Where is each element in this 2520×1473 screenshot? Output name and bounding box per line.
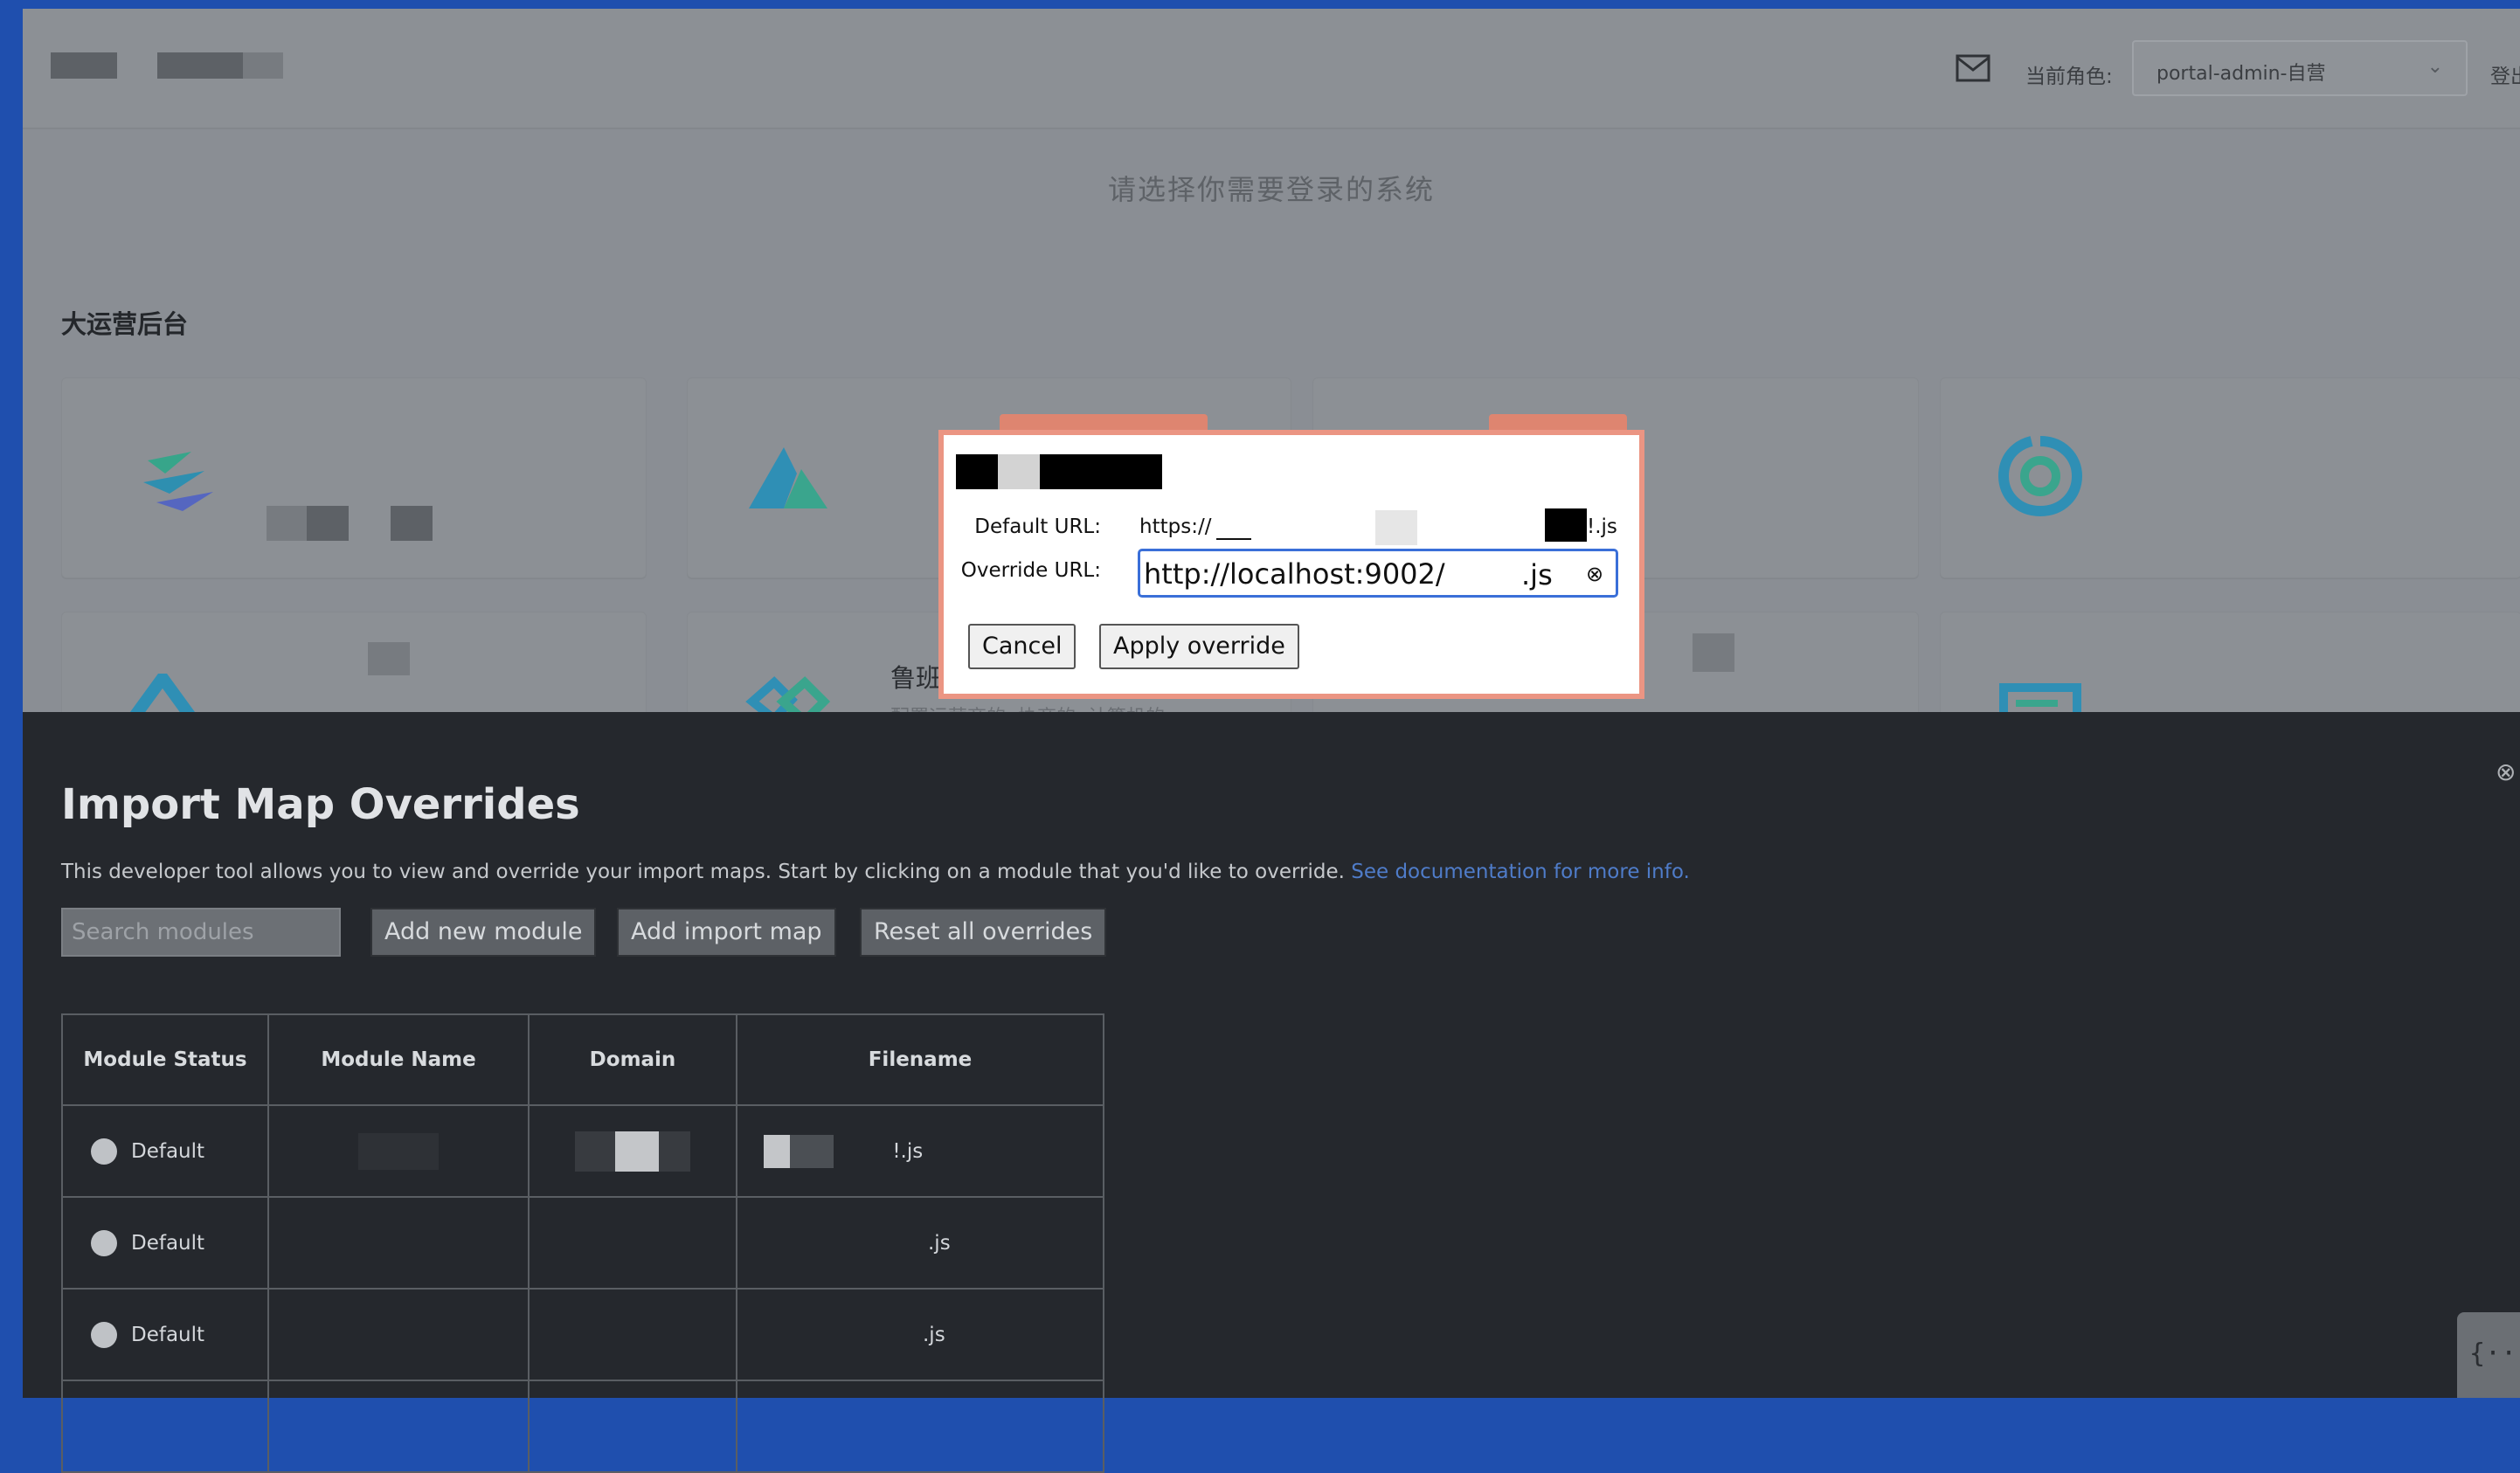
apply-override-button[interactable]: Apply override xyxy=(1099,624,1299,669)
module-domain-cell xyxy=(528,1104,737,1198)
module-status-cell xyxy=(61,1380,269,1473)
table-row[interactable]: Default !.js xyxy=(61,1104,1104,1198)
modules-table: Module Status Module Name Domain Filenam… xyxy=(61,1013,1104,1473)
default-url-label: Default URL: xyxy=(974,515,1101,538)
top-bar: 当前角色: portal-admin-自营 ⌄ 登出 xyxy=(23,9,2520,129)
clear-circle-icon[interactable]: ⊗ xyxy=(1586,562,1603,586)
module-filename: .js xyxy=(923,1323,945,1346)
module-domain-redacted xyxy=(659,1131,690,1172)
dialog-title-redacted xyxy=(956,454,998,489)
module-name-cell xyxy=(267,1196,530,1290)
module-status-cell: Default xyxy=(61,1288,269,1381)
module-domain-redacted xyxy=(575,1131,615,1172)
status-dot-icon xyxy=(91,1321,117,1348)
brand-redacted xyxy=(157,52,243,79)
status-dot-icon xyxy=(91,1138,117,1165)
default-url-value: https:// xyxy=(1139,515,1212,538)
table-row[interactable] xyxy=(61,1380,1104,1473)
module-filename-cell xyxy=(736,1380,1104,1473)
module-domain-cell xyxy=(528,1288,737,1381)
table-row[interactable]: Default .js xyxy=(61,1288,1104,1381)
card-name: 鲁班 xyxy=(890,663,942,693)
system-card[interactable] xyxy=(61,377,647,578)
module-filename-cell: .js xyxy=(736,1288,1104,1381)
default-url-redacted xyxy=(1545,508,1587,542)
chevron-down-icon: ⌄ xyxy=(2427,56,2443,78)
dialog-title-redacted xyxy=(1040,454,1162,489)
column-header-name: Module Name xyxy=(267,1013,530,1106)
module-name-cell xyxy=(267,1104,530,1198)
column-header-status: Module Status xyxy=(61,1013,269,1106)
card-name-redacted xyxy=(1693,633,1734,672)
add-new-module-button[interactable]: Add new module xyxy=(370,908,597,957)
module-domain-cell xyxy=(528,1380,737,1473)
override-url-input[interactable] xyxy=(1144,557,1493,591)
module-status: Default xyxy=(131,1139,205,1163)
card-name-redacted xyxy=(368,642,410,675)
override-dialog: Default URL: https:// !.js Override URL:… xyxy=(938,430,1644,699)
status-dot-icon xyxy=(91,1229,117,1256)
column-header-filename: Filename xyxy=(736,1013,1104,1106)
search-modules-input[interactable] xyxy=(61,908,341,957)
code-braces-icon: {··· xyxy=(2469,1338,2520,1369)
mail-icon[interactable] xyxy=(1956,54,1990,82)
import-map-toggle-button[interactable]: {··· xyxy=(2457,1312,2520,1398)
eye-logo-icon xyxy=(1997,436,2083,517)
module-filename: .js xyxy=(928,1231,951,1255)
table-row[interactable]: Default .js xyxy=(61,1196,1104,1290)
current-role-label: 当前角色: xyxy=(2025,66,2113,88)
documentation-link[interactable]: See documentation for more info. xyxy=(1351,861,1690,883)
import-map-overrides-panel: Import Map Overrides ⊗ This developer to… xyxy=(23,712,2520,1473)
mountain-logo-icon xyxy=(749,447,827,508)
panel-description: This developer tool allows you to view a… xyxy=(61,861,1690,883)
module-status: Default xyxy=(131,1231,205,1255)
module-filename-redacted xyxy=(790,1134,834,1168)
close-icon[interactable]: ⊗ xyxy=(2496,757,2516,786)
section-title: 大运营后台 xyxy=(61,309,189,339)
module-filename: !.js xyxy=(892,1139,924,1163)
reset-all-overrides-button[interactable]: Reset all overrides xyxy=(860,908,1107,957)
role-select[interactable]: portal-admin-自营 ⌄ xyxy=(2132,40,2468,96)
layers-logo-icon xyxy=(143,452,213,511)
cancel-button[interactable]: Cancel xyxy=(968,624,1077,669)
brand-redacted-part xyxy=(243,52,283,79)
module-name-cell xyxy=(267,1288,530,1381)
module-status-cell: Default xyxy=(61,1196,269,1290)
system-card[interactable] xyxy=(1940,377,2520,578)
module-domain-cell xyxy=(528,1196,737,1290)
default-url-redacted xyxy=(1375,510,1417,545)
card-name-redacted xyxy=(307,506,349,541)
module-filename-cell: !.js xyxy=(736,1104,1104,1198)
override-url-suffix: .js xyxy=(1521,558,1553,591)
override-url-label: Override URL: xyxy=(960,559,1101,582)
default-url-underline xyxy=(1216,538,1251,540)
module-name-redacted xyxy=(358,1132,439,1170)
card-name-redacted xyxy=(391,506,433,541)
module-status: Default xyxy=(131,1323,205,1346)
module-name-cell xyxy=(267,1380,530,1473)
module-domain-redacted xyxy=(615,1131,659,1172)
table-header-row: Module Status Module Name Domain Filenam… xyxy=(61,1013,1104,1106)
module-filename-redacted xyxy=(764,1134,790,1168)
role-select-value: portal-admin-自营 xyxy=(2157,63,2326,85)
panel-description-text: This developer tool allows you to view a… xyxy=(61,861,1345,883)
override-url-field[interactable]: .js ⊗ xyxy=(1138,549,1618,598)
card-name-redacted xyxy=(267,506,307,541)
dialog-title-redacted xyxy=(998,454,1040,489)
add-import-map-button[interactable]: Add import map xyxy=(617,908,836,957)
column-header-domain: Domain xyxy=(528,1013,737,1106)
logo-redacted xyxy=(51,52,117,79)
panel-title: Import Map Overrides xyxy=(61,780,580,829)
page-title: 请选择你需要登录的系统 xyxy=(1107,173,1435,206)
default-url-suffix: !.js xyxy=(1587,515,1617,538)
module-filename-cell: .js xyxy=(736,1196,1104,1290)
logout-link[interactable]: 登出 xyxy=(2490,59,2520,89)
module-status-cell: Default xyxy=(61,1104,269,1198)
